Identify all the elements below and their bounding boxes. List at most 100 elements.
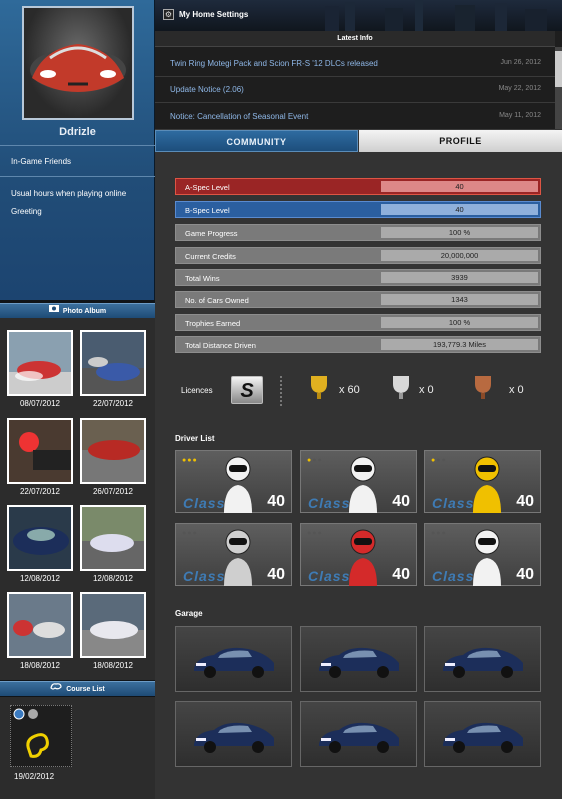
driver-class: Class bbox=[308, 568, 351, 584]
licence-badge-icon[interactable]: S bbox=[231, 376, 263, 404]
car-icon bbox=[194, 722, 274, 753]
garage-car-card[interactable] bbox=[175, 701, 292, 767]
avatar[interactable] bbox=[22, 6, 134, 120]
garage-car-card[interactable] bbox=[300, 626, 417, 692]
garage-title: Garage bbox=[175, 609, 203, 618]
stat-row-a-spec: A-Spec Level 40 bbox=[175, 178, 541, 195]
latest-info-panel: Latest Info Twin Ring Motegi Pack and Sc… bbox=[155, 31, 562, 130]
driver-class: Class bbox=[183, 568, 226, 584]
star-rating: ●●● bbox=[307, 457, 323, 464]
main-panel: ⚙ My Home Settings Latest Info Twin Ring… bbox=[155, 0, 562, 799]
photo-thumbnail[interactable] bbox=[80, 330, 146, 396]
star-rating: ●●● bbox=[182, 457, 198, 464]
photo-thumbnail[interactable] bbox=[80, 418, 146, 484]
photo-thumbnail[interactable] bbox=[7, 592, 73, 658]
scrollbar-thumb[interactable] bbox=[555, 51, 562, 87]
licences-row: Licences S x 60 x 0 x 0 bbox=[175, 372, 541, 408]
garage-car-card[interactable] bbox=[300, 701, 417, 767]
gold-trophy-count: x 60 bbox=[339, 384, 360, 396]
photo-thumbnail[interactable] bbox=[80, 505, 146, 571]
news-title[interactable]: Twin Ring Motegi Pack and Scion FR-S '12… bbox=[170, 59, 378, 68]
driver-card[interactable]: ●●● Class 40 bbox=[424, 523, 541, 586]
stat-label: Game Progress bbox=[185, 229, 238, 238]
silver-trophy-count: x 0 bbox=[419, 384, 434, 396]
driver-card[interactable]: ●●● Class 40 bbox=[424, 450, 541, 513]
car-icon bbox=[443, 647, 523, 678]
course-map-thumbnail[interactable] bbox=[10, 705, 72, 767]
sidebar: Ddrizle In-Game Friends Usual hours when… bbox=[0, 0, 155, 799]
stat-row-total-wins: Total Wins 3939 bbox=[175, 269, 541, 286]
header-bar: ⚙ My Home Settings bbox=[155, 0, 562, 31]
driver-level: 40 bbox=[392, 566, 410, 583]
silver-trophy-icon bbox=[393, 376, 409, 404]
photo-date: 22/07/2012 bbox=[92, 399, 134, 408]
stat-value: 100 % bbox=[381, 227, 538, 238]
photo-album: 08/07/2012 22/07/2012 22/07/2012 26/07/2… bbox=[0, 318, 155, 680]
photo-date: 08/07/2012 bbox=[19, 399, 61, 408]
licences-label: Licences bbox=[181, 386, 213, 395]
tab-profile[interactable]: PROFILE bbox=[359, 130, 562, 152]
photo-album-title: Photo Album bbox=[62, 307, 107, 315]
stat-row-b-spec: B-Spec Level 40 bbox=[175, 201, 541, 218]
tab-community[interactable]: COMMUNITY bbox=[155, 130, 358, 152]
photo-thumbnail[interactable] bbox=[7, 505, 73, 571]
news-item[interactable]: Twin Ring Motegi Pack and Scion FR-S '12… bbox=[155, 51, 555, 77]
driver-avatar-icon bbox=[473, 529, 501, 586]
stat-row-game-progress: Game Progress 100 % bbox=[175, 224, 541, 241]
star-rating: ●●● bbox=[307, 530, 323, 537]
driver-class: Class bbox=[432, 495, 475, 511]
driver-class: Class bbox=[183, 495, 226, 511]
stat-label: Total Distance Driven bbox=[185, 341, 256, 350]
stat-row-distance: Total Distance Driven 193,779.3 Miles bbox=[175, 336, 541, 353]
car-icon bbox=[443, 722, 523, 753]
course-list-title: Course List bbox=[66, 685, 105, 693]
garage-car-card[interactable] bbox=[424, 701, 541, 767]
driver-level: 40 bbox=[516, 566, 534, 583]
news-title[interactable]: Update Notice (2.06) bbox=[170, 85, 244, 94]
driver-level: 40 bbox=[392, 493, 410, 510]
driver-class: Class bbox=[308, 495, 351, 511]
page-title: My Home Settings bbox=[179, 10, 249, 19]
driver-list-title: Driver List bbox=[175, 434, 215, 443]
stat-value: 1343 bbox=[381, 294, 538, 305]
news-item[interactable]: Notice: Cancellation of Seasonal Event Ma… bbox=[155, 104, 555, 130]
photo-date: 26/07/2012 bbox=[92, 487, 134, 496]
star-rating: ●●● bbox=[182, 530, 198, 537]
stat-value: 193,779.3 Miles bbox=[381, 339, 538, 350]
photo-date: 12/08/2012 bbox=[19, 574, 61, 583]
camera-icon bbox=[48, 304, 59, 318]
gear-icon[interactable]: ⚙ bbox=[163, 9, 174, 20]
garage-car-card[interactable] bbox=[175, 626, 292, 692]
stat-label: No. of Cars Owned bbox=[185, 296, 249, 305]
photo-date: 18/08/2012 bbox=[19, 661, 61, 670]
stat-value: 40 bbox=[381, 204, 538, 215]
driver-card[interactable]: ●●● Class 40 bbox=[175, 450, 292, 513]
driver-avatar-icon bbox=[473, 456, 501, 513]
course-list: 19/02/2012 bbox=[0, 697, 155, 799]
stat-label: Trophies Earned bbox=[185, 319, 241, 328]
driver-card[interactable]: ●●● Class 40 bbox=[300, 523, 417, 586]
stat-row-credits: Current Credits 20,000,000 bbox=[175, 247, 541, 264]
photo-thumbnail[interactable] bbox=[7, 330, 73, 396]
driver-avatar-icon bbox=[224, 456, 252, 513]
track-icon bbox=[50, 682, 62, 696]
scrollbar[interactable] bbox=[555, 47, 562, 129]
course-list-header[interactable]: Course List bbox=[0, 681, 155, 696]
driver-card[interactable]: ●●● Class 40 bbox=[175, 523, 292, 586]
stat-value: 100 % bbox=[381, 317, 538, 328]
divider bbox=[280, 376, 282, 406]
news-item[interactable]: Update Notice (2.06) May 22, 2012 bbox=[155, 77, 555, 103]
driver-class: Class bbox=[432, 568, 475, 584]
news-date: May 22, 2012 bbox=[498, 85, 541, 92]
photo-album-header[interactable]: Photo Album bbox=[0, 303, 155, 318]
photo-thumbnail[interactable] bbox=[7, 418, 73, 484]
news-title[interactable]: Notice: Cancellation of Seasonal Event bbox=[170, 112, 308, 121]
stat-value: 40 bbox=[381, 181, 538, 192]
photo-thumbnail[interactable] bbox=[80, 592, 146, 658]
photo-date: 22/07/2012 bbox=[19, 487, 61, 496]
stat-row-trophies: Trophies Earned 100 % bbox=[175, 314, 541, 331]
driver-card[interactable]: ●●● Class 40 bbox=[300, 450, 417, 513]
garage-car-card[interactable] bbox=[424, 626, 541, 692]
driver-avatar-icon bbox=[224, 529, 252, 586]
bronze-trophy-count: x 0 bbox=[509, 384, 524, 396]
